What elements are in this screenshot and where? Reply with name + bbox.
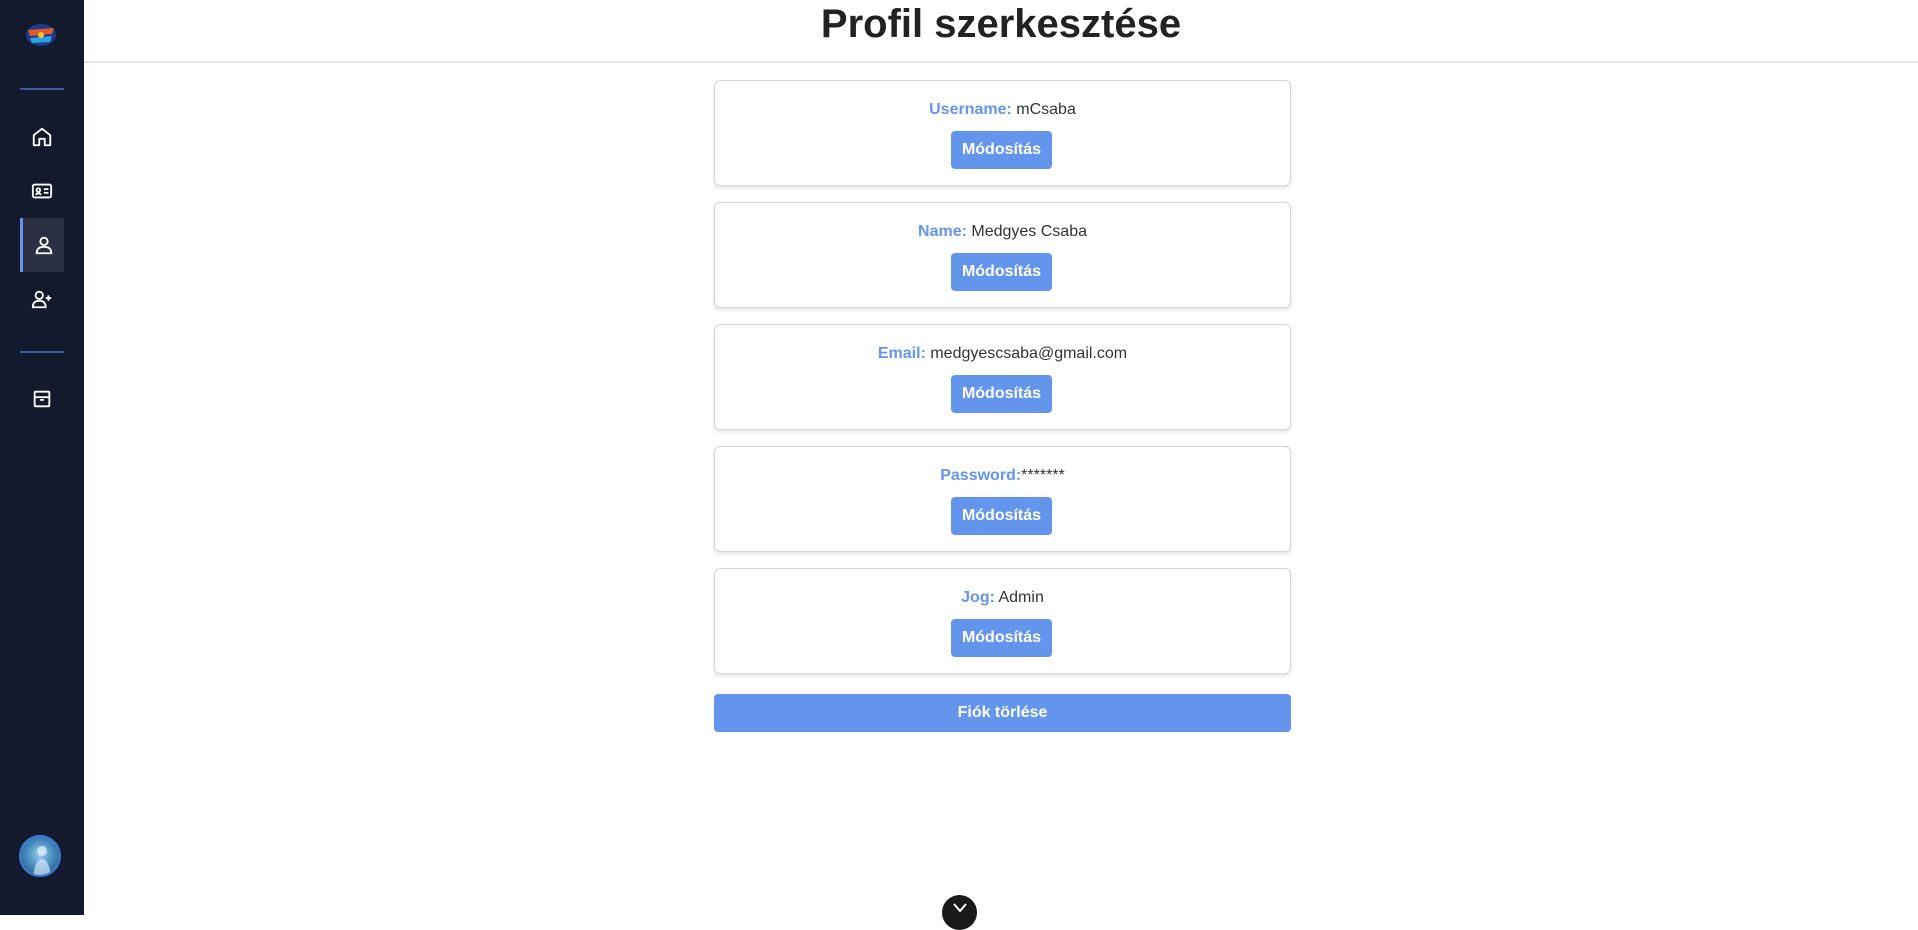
field-value: medgyescsaba@gmail.com xyxy=(925,345,1128,362)
chevron-down-icon xyxy=(952,903,967,913)
edit-role-button[interactable]: Módosítás xyxy=(951,619,1052,657)
sidebar-divider xyxy=(20,88,64,90)
sidebar-divider xyxy=(20,351,64,353)
sidebar-item-profile[interactable] xyxy=(20,218,64,272)
user-plus-icon xyxy=(31,290,52,309)
profile-card-name: Name: Medgyes Csaba Módosítás xyxy=(714,202,1291,308)
delete-account-button[interactable]: Fiók törlése xyxy=(714,694,1291,732)
field-label: Email: xyxy=(877,345,926,362)
field-value: Admin xyxy=(994,589,1044,606)
sidebar xyxy=(0,0,84,915)
app-logo[interactable] xyxy=(22,20,60,50)
avatar[interactable] xyxy=(19,835,61,877)
home-icon xyxy=(32,127,52,147)
archive-icon xyxy=(33,390,51,408)
field-value: Medgyes Csaba xyxy=(966,223,1087,240)
edit-email-button[interactable]: Módosítás xyxy=(951,375,1052,413)
field-label: Password: xyxy=(940,467,1022,484)
sidebar-item-id-card[interactable] xyxy=(20,164,64,218)
page-header: Profil szerkesztése xyxy=(84,0,1918,63)
id-card-icon xyxy=(31,183,53,199)
user-icon xyxy=(35,236,52,255)
edit-name-button[interactable]: Módosítás xyxy=(951,253,1052,291)
profile-card-role: Jog: Admin Módosítás xyxy=(714,568,1291,674)
field-label: Jog: xyxy=(961,589,995,606)
profile-card-username: Username: mCsaba Módosítás xyxy=(714,80,1291,186)
profile-card-password: Password:******* Módosítás xyxy=(714,446,1291,552)
sidebar-item-home[interactable] xyxy=(20,110,64,164)
field-label: Name: xyxy=(918,223,967,240)
field-value: ******* xyxy=(1021,467,1065,484)
profile-card-email: Email: medgyescsaba@gmail.com Módosítás xyxy=(714,324,1291,430)
page-title: Profil szerkesztése xyxy=(820,2,1182,46)
field-value: mCsaba xyxy=(1011,101,1076,118)
edit-password-button[interactable]: Módosítás xyxy=(951,497,1052,535)
field-label: Username: xyxy=(929,101,1012,118)
sidebar-item-add-user[interactable] xyxy=(20,272,64,326)
sidebar-item-archive[interactable] xyxy=(20,372,64,426)
floating-chevron-button[interactable] xyxy=(942,895,977,930)
edit-username-button[interactable]: Módosítás xyxy=(951,131,1052,169)
